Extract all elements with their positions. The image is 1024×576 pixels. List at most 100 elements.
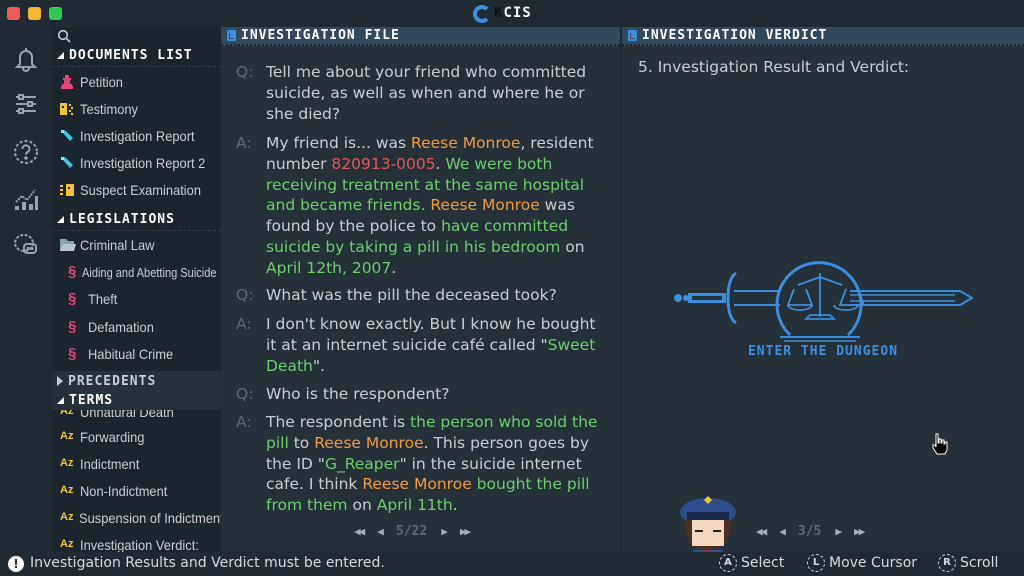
testimony-icon	[60, 102, 74, 116]
hint-label: Move Cursor	[829, 555, 918, 571]
highlighted-evidence[interactable]: Reese Monroe	[362, 475, 471, 493]
sword-scales-emblem: ENTER THE DUNGEON	[670, 255, 976, 367]
sidebar-item-indictment[interactable]: Az Indictment	[52, 451, 221, 477]
section-documents-list[interactable]: DOCUMENTS LIST	[52, 45, 221, 65]
highlighted-evidence[interactable]: G_Reaper	[325, 455, 400, 473]
text-segment: The respondent is	[266, 413, 411, 431]
prev-page-button[interactable]: ◀	[779, 525, 785, 538]
file-pager: ◀◀ ◀ 5/22 ▶ ▶▶	[354, 524, 471, 539]
question-tag: Q:	[236, 63, 254, 81]
section-label: TERMS	[69, 392, 114, 408]
text-segment: .	[452, 496, 458, 515]
text-segment: My friend is... was	[266, 134, 412, 152]
investigation-verdict-panel: INVESTIGATION VERDICT 5. Investigation R…	[622, 27, 1024, 552]
l-stick-icon: L	[807, 554, 825, 572]
panel-title: INVESTIGATION FILE	[241, 28, 400, 43]
emblem-caption: ENTER THE DUNGEON	[747, 344, 899, 359]
sidebar-item-theft[interactable]: § Theft	[52, 286, 221, 312]
hand-cursor-icon	[932, 433, 948, 455]
item-label: Investigation Verdict:	[80, 537, 199, 552]
item-label: Suspension of Indictment:	[79, 510, 221, 526]
bell-icon[interactable]	[12, 45, 40, 73]
text-segment: on	[347, 496, 377, 515]
stats-icon[interactable]	[12, 185, 40, 213]
sliders-icon[interactable]	[12, 90, 40, 118]
item-label: Habitual Crime	[88, 346, 174, 362]
hint-move-cursor: L Move Cursor	[807, 554, 917, 572]
sidebar-item-investigation-report[interactable]: Investigation Report	[52, 123, 221, 149]
last-page-button[interactable]: ▶▶	[460, 525, 471, 538]
warning-icon: !	[8, 556, 24, 572]
highlighted-evidence[interactable]: Reese Monroe	[411, 134, 520, 152]
text-segment: I don't know exactly. But I know he boug…	[266, 315, 596, 354]
highlighted-evidence[interactable]: April 12th, 2007	[266, 259, 391, 277]
sidebar-item-aiding-abetting-suicide[interactable]: § Aiding and Abetting Suicide	[52, 259, 221, 285]
item-label: Suspect Examination	[80, 182, 202, 198]
sidebar-folder-criminal-law[interactable]: Criminal Law	[52, 232, 221, 258]
text-segment: Who is the respondent?	[266, 385, 450, 403]
documents-sidebar: DOCUMENTS LIST Petition Testimony Invest…	[52, 27, 221, 552]
az-icon: Az	[60, 484, 74, 496]
last-page-button[interactable]: ▶▶	[854, 525, 865, 538]
answer-entry: A: I don't know exactly. But I know he bo…	[236, 314, 606, 376]
divider	[52, 66, 221, 67]
minimize-button[interactable]	[28, 7, 41, 20]
first-page-button[interactable]: ◀◀	[756, 525, 767, 538]
page-indicator: 3/5	[797, 524, 822, 539]
text-segment: .	[435, 154, 446, 173]
text-segment: Tell me about your friend who committed …	[266, 63, 587, 123]
section-sign-icon: §	[68, 263, 77, 280]
item-label: Forwarding	[80, 429, 145, 445]
sidebar-item-investigation-verdict[interactable]: Az Investigation Verdict:	[52, 532, 221, 552]
first-page-button[interactable]: ◀◀	[354, 525, 365, 538]
hint-scroll: R Scroll	[938, 554, 998, 572]
highlighted-evidence[interactable]: 820913-0005	[331, 155, 435, 173]
text-segment: .	[391, 258, 397, 277]
section-precedents[interactable]: PRECEDENTS	[52, 371, 221, 391]
sidebar-item-suspension-of-indictment[interactable]: Az Suspension of Indictment:	[52, 505, 221, 531]
question-entry: Q: Tell me about your friend who committe…	[236, 62, 606, 124]
app-title-text: CIS	[503, 5, 532, 21]
help-icon[interactable]	[12, 138, 40, 166]
next-page-button[interactable]: ▶	[835, 525, 841, 538]
highlighted-evidence[interactable]: Reese Monroe	[314, 434, 423, 452]
sidebar-item-habitual-crime[interactable]: § Habitual Crime	[52, 341, 221, 367]
search-icon[interactable]	[57, 29, 71, 43]
question-entry: Q: What was the pill the deceased took?	[236, 285, 606, 306]
app-logo-icon	[473, 5, 491, 23]
flashlight-icon	[60, 129, 74, 143]
title-bar: KCIS	[0, 0, 1024, 27]
section-legislations[interactable]: LEGISLATIONS	[52, 209, 221, 229]
folder-icon	[60, 238, 76, 252]
sidebar-item-testimony[interactable]: Testimony	[52, 96, 221, 122]
section-terms[interactable]: TERMS	[52, 390, 221, 410]
maximize-button[interactable]	[49, 7, 62, 20]
warning-message: Investigation Results and Verdict must b…	[30, 555, 385, 571]
az-icon: Az	[60, 538, 74, 550]
prev-page-button[interactable]: ◀	[377, 525, 383, 538]
sidebar-item-defamation[interactable]: § Defamation	[52, 314, 221, 340]
divider	[52, 230, 221, 231]
next-page-button[interactable]: ▶	[441, 525, 447, 538]
highlighted-evidence[interactable]: Reese Monroe	[430, 196, 539, 214]
collapse-icon	[57, 215, 64, 223]
panel-title: INVESTIGATION VERDICT	[642, 28, 828, 43]
item-label: Criminal Law	[80, 237, 155, 253]
chat-icon[interactable]	[12, 231, 40, 259]
item-label: Investigation Report 2	[80, 155, 206, 171]
status-bar: ! Investigation Results and Verdict must…	[0, 552, 1024, 576]
question-entry: Q: Who is the respondent?	[236, 384, 606, 405]
section-sign-icon: §	[68, 290, 77, 307]
section-sign-icon: §	[68, 318, 77, 335]
sidebar-item-suspect-examination[interactable]: Suspect Examination	[52, 177, 221, 203]
item-label: Theft	[88, 291, 118, 307]
sidebar-item-investigation-report-2[interactable]: Investigation Report 2	[52, 150, 221, 176]
hint-label: Scroll	[960, 555, 999, 571]
sidebar-item-petition[interactable]: Petition	[52, 69, 221, 95]
section-label: LEGISLATIONS	[69, 211, 175, 227]
sidebar-item-non-indictment[interactable]: Az Non-Indictment	[52, 478, 221, 504]
close-button[interactable]	[7, 7, 20, 20]
icon-rail	[0, 27, 52, 552]
highlighted-evidence[interactable]: April 11th	[377, 496, 453, 514]
sidebar-item-forwarding[interactable]: Az Forwarding	[52, 424, 221, 450]
